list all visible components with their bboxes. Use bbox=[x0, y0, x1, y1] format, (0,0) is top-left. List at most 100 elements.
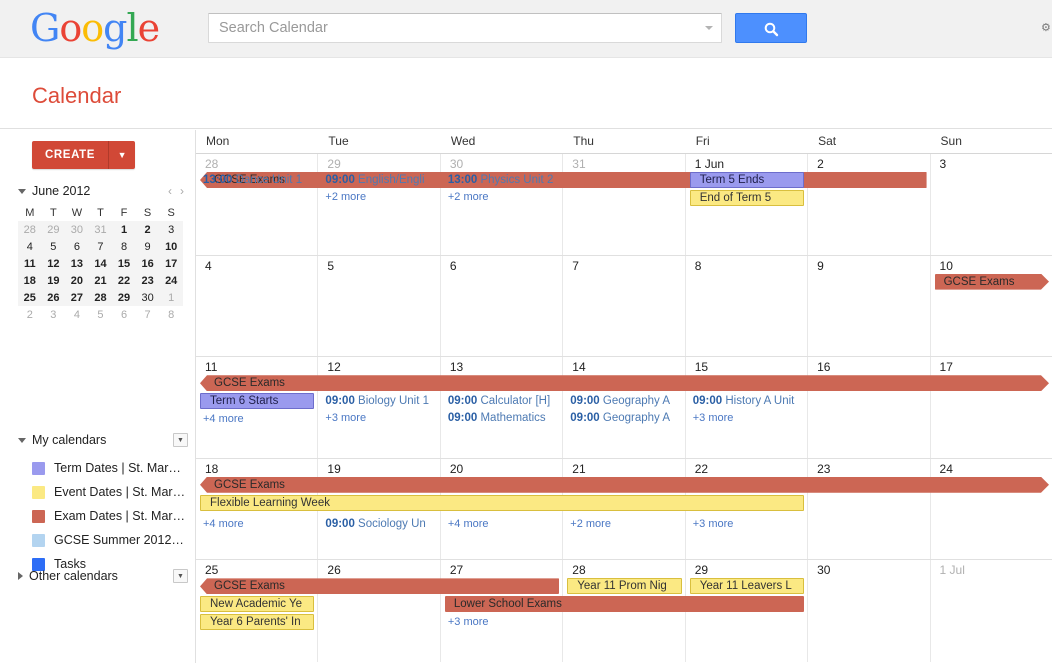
timed-event[interactable]: 09:00 History A Unit bbox=[686, 393, 808, 410]
more-events-link[interactable]: +4 more bbox=[196, 411, 318, 428]
my-calendars-options-button[interactable]: ▼ bbox=[173, 433, 188, 447]
mini-day-cell[interactable]: 29 bbox=[112, 289, 136, 306]
all-day-event-chip[interactable]: Year 6 Parents' In bbox=[200, 614, 314, 630]
mini-day-cell[interactable]: 5 bbox=[42, 238, 66, 255]
mini-day-cell[interactable]: 13 bbox=[65, 255, 89, 272]
more-events-link[interactable]: +4 more bbox=[196, 516, 318, 533]
mini-day-cell[interactable]: 25 bbox=[18, 289, 42, 306]
calendar-color-swatch[interactable] bbox=[32, 486, 45, 499]
more-events-link[interactable]: +3 more bbox=[686, 410, 808, 427]
collapse-triangle-icon[interactable] bbox=[18, 438, 26, 443]
timed-event[interactable]: 09:00 Calculator [H] bbox=[441, 393, 563, 410]
mini-day-cell[interactable]: 4 bbox=[18, 238, 42, 255]
all-day-event-chip[interactable]: End of Term 5 bbox=[690, 190, 804, 206]
mini-day-cell[interactable]: 1 bbox=[112, 221, 136, 238]
mini-day-cell[interactable]: 3 bbox=[42, 306, 66, 323]
mini-day-cell[interactable]: 7 bbox=[136, 306, 160, 323]
more-events-link[interactable]: +3 more bbox=[686, 516, 808, 533]
calendar-list-item[interactable]: Exam Dates | St. Mar… bbox=[18, 504, 188, 528]
all-day-event-chip[interactable]: Term 5 Ends bbox=[690, 172, 804, 188]
chevron-down-icon[interactable] bbox=[705, 26, 713, 30]
mini-day-cell[interactable]: 19 bbox=[42, 272, 66, 289]
mini-day-cell[interactable]: 4 bbox=[65, 306, 89, 323]
more-events-link[interactable]: +3 more bbox=[441, 614, 563, 631]
mini-day-cell[interactable]: 24 bbox=[159, 272, 183, 289]
mini-day-cell[interactable]: 12 bbox=[42, 255, 66, 272]
create-dropdown-caret[interactable]: ▼ bbox=[109, 141, 135, 169]
mini-day-cell[interactable]: 9 bbox=[136, 238, 160, 255]
calendar-color-swatch[interactable] bbox=[32, 534, 45, 547]
day-cell[interactable]: 16 bbox=[808, 357, 930, 458]
calendar-list-item[interactable]: GCSE Summer 2012… bbox=[18, 528, 188, 552]
day-cell[interactable]: 2 bbox=[808, 154, 930, 255]
day-cell[interactable]: 1 Jul bbox=[931, 560, 1052, 662]
mini-day-cell[interactable]: 11 bbox=[18, 255, 42, 272]
mini-day-cell[interactable]: 6 bbox=[65, 238, 89, 255]
collapse-triangle-icon[interactable] bbox=[18, 189, 26, 194]
mini-day-cell[interactable]: 20 bbox=[65, 272, 89, 289]
more-events-link[interactable]: +2 more bbox=[318, 189, 440, 206]
mini-day-cell[interactable]: 17 bbox=[159, 255, 183, 272]
mini-day-cell[interactable]: 28 bbox=[89, 289, 113, 306]
mini-day-cell[interactable]: 18 bbox=[18, 272, 42, 289]
my-calendars-header[interactable]: My calendars ▼ bbox=[18, 430, 188, 450]
timed-event[interactable]: 09:00 Geography A bbox=[563, 393, 685, 410]
day-cell[interactable]: 6 bbox=[441, 256, 563, 357]
mini-day-cell[interactable]: 23 bbox=[136, 272, 160, 289]
timed-event[interactable]: 09:00 Mathematics bbox=[441, 410, 563, 427]
day-cell[interactable]: 17 bbox=[931, 357, 1052, 458]
day-cell[interactable]: 3 bbox=[931, 154, 1052, 255]
mini-day-cell[interactable]: 15 bbox=[112, 255, 136, 272]
timed-event[interactable]: 13:00 Dance Unit 1 bbox=[196, 172, 318, 189]
timed-event[interactable]: 09:00 Geography A bbox=[563, 410, 685, 427]
search-button[interactable] bbox=[735, 13, 807, 43]
day-cell[interactable]: 26 bbox=[318, 560, 440, 662]
more-events-link[interactable]: +3 more bbox=[318, 410, 440, 427]
all-day-event-bar[interactable]: Flexible Learning Week bbox=[200, 495, 804, 511]
day-cell[interactable]: 5 bbox=[318, 256, 440, 357]
more-events-link[interactable]: +4 more bbox=[441, 516, 563, 533]
calendar-list-item[interactable]: Term Dates | St. Mar… bbox=[18, 456, 188, 480]
day-cell[interactable]: 7 bbox=[563, 256, 685, 357]
calendar-color-swatch[interactable] bbox=[32, 510, 45, 523]
mini-day-cell[interactable]: 3 bbox=[159, 221, 183, 238]
google-logo[interactable]: Google bbox=[30, 6, 159, 50]
mini-day-cell[interactable]: 14 bbox=[89, 255, 113, 272]
mini-day-cell[interactable]: 8 bbox=[159, 306, 183, 323]
timed-event[interactable]: 09:00 Sociology Un bbox=[318, 516, 440, 533]
day-cell[interactable]: 23 bbox=[808, 459, 930, 560]
mini-day-cell[interactable]: 5 bbox=[89, 306, 113, 323]
day-cell[interactable]: 30 bbox=[808, 560, 930, 662]
other-calendars-options-button[interactable]: ▼ bbox=[173, 569, 188, 583]
calendar-list-item[interactable]: Event Dates | St. Mar… bbox=[18, 480, 188, 504]
other-calendars-header[interactable]: Other calendars ▼ bbox=[18, 566, 188, 586]
timed-event[interactable]: 09:00 Biology Unit 1 bbox=[318, 393, 440, 410]
all-day-event-chip[interactable]: Term 6 Starts bbox=[200, 393, 314, 409]
all-day-event-bar[interactable]: GCSE Exams bbox=[200, 578, 559, 594]
mini-day-cell[interactable]: 26 bbox=[42, 289, 66, 306]
mini-day-cell[interactable]: 22 bbox=[112, 272, 136, 289]
mini-day-cell[interactable]: 10 bbox=[159, 238, 183, 255]
mini-day-cell[interactable]: 6 bbox=[112, 306, 136, 323]
mini-day-cell[interactable]: 30 bbox=[65, 221, 89, 238]
mini-prev-month-button[interactable]: ‹ bbox=[164, 184, 176, 198]
day-cell[interactable]: 31 bbox=[563, 154, 685, 255]
mini-day-cell[interactable]: 27 bbox=[65, 289, 89, 306]
mini-day-cell[interactable]: 1 bbox=[159, 289, 183, 306]
create-button[interactable]: CREATE ▼ bbox=[32, 141, 135, 169]
more-events-link[interactable]: +2 more bbox=[441, 189, 563, 206]
expand-triangle-icon[interactable] bbox=[18, 572, 23, 580]
all-day-event-bar[interactable]: GCSE Exams bbox=[200, 477, 1049, 493]
more-events-link[interactable]: +2 more bbox=[563, 516, 685, 533]
mini-day-cell[interactable]: 8 bbox=[112, 238, 136, 255]
mini-day-cell[interactable]: 7 bbox=[89, 238, 113, 255]
day-cell[interactable]: 24 bbox=[931, 459, 1052, 560]
gear-icon[interactable]: ⚙ bbox=[1041, 21, 1050, 34]
timed-event[interactable]: 13:00 Physics Unit 2 bbox=[441, 172, 563, 189]
mini-day-cell[interactable]: 21 bbox=[89, 272, 113, 289]
search-box[interactable] bbox=[208, 13, 722, 43]
all-day-event-bar[interactable]: Lower School Exams bbox=[445, 596, 804, 612]
mini-day-cell[interactable]: 28 bbox=[18, 221, 42, 238]
all-day-event-chip[interactable]: New Academic Ye bbox=[200, 596, 314, 612]
mini-day-cell[interactable]: 30 bbox=[136, 289, 160, 306]
